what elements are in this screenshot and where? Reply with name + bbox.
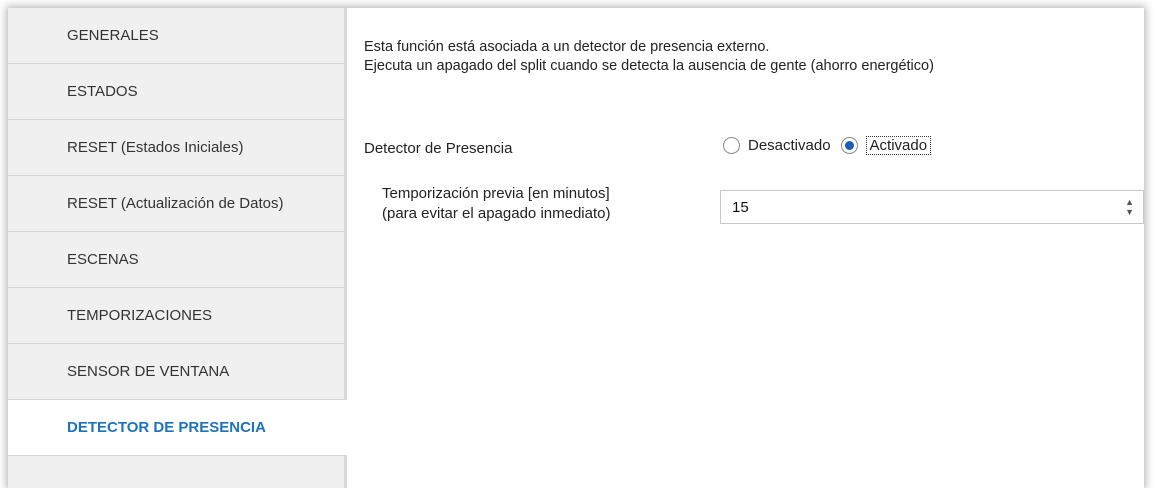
presence-detector-label: Detector de Presencia xyxy=(364,140,513,157)
sidebar-item-label: RESET (Actualización de Datos) xyxy=(67,195,284,212)
sidebar-item-label: TEMPORIZACIONES xyxy=(67,307,213,324)
sidebar-item-detector-presencia[interactable]: DETECTOR DE PRESENCIA xyxy=(8,400,347,456)
spin-down-icon[interactable]: ▼ xyxy=(1125,208,1134,217)
sidebar-item-label: DETECTOR DE PRESENCIA xyxy=(67,419,266,436)
sidebar-item-reset-estados-iniciales[interactable]: RESET (Estados Iniciales) xyxy=(8,120,344,176)
sidebar-item-generales[interactable]: GENERALES xyxy=(8,8,344,64)
sidebar-item-partial xyxy=(8,456,344,468)
settings-window: GENERALES ESTADOS RESET (Estados Inicial… xyxy=(8,8,1144,488)
sidebar-item-label: ESTADOS xyxy=(67,83,138,100)
sidebar-item-label: RESET (Estados Iniciales) xyxy=(67,139,244,156)
delay-label-line-1: Temporización previa [en minutos] xyxy=(382,185,610,202)
sidebar-item-temporizaciones[interactable]: TEMPORIZACIONES xyxy=(8,288,344,344)
delay-minutes-value[interactable]: 15 xyxy=(732,199,749,216)
radio-desactivado-label[interactable]: Desactivado xyxy=(748,137,831,154)
presence-radio-group: Desactivado Activado xyxy=(723,136,941,155)
radio-activado-label[interactable]: Activado xyxy=(865,136,932,155)
sidebar-item-label: SENSOR DE VENTANA xyxy=(67,363,230,380)
delay-minutes-spinbox[interactable]: 15 ▲ ▼ xyxy=(720,190,1144,224)
radio-desactivado[interactable]: Desactivado xyxy=(723,137,831,154)
intro-line-1: Esta función está asociada a un detector… xyxy=(364,39,770,55)
sidebar: GENERALES ESTADOS RESET (Estados Inicial… xyxy=(8,8,347,488)
radio-checked-icon[interactable] xyxy=(840,137,858,154)
sidebar-item-sensor-ventana[interactable]: SENSOR DE VENTANA xyxy=(8,344,344,400)
delay-label: Temporización previa [en minutos] (para … xyxy=(382,184,610,224)
radio-unchecked-icon[interactable] xyxy=(723,137,740,154)
spin-up-icon[interactable]: ▲ xyxy=(1125,198,1134,207)
intro-line-2: Ejecuta un apagado del split cuando se d… xyxy=(364,58,934,74)
intro-text: Esta función está asociada a un detector… xyxy=(364,38,934,76)
sidebar-item-estados[interactable]: ESTADOS xyxy=(8,64,344,120)
sidebar-item-label: ESCENAS xyxy=(67,251,139,268)
main-panel: Esta función está asociada a un detector… xyxy=(362,8,1144,488)
delay-label-line-2: (para evitar el apagado inmediato) xyxy=(382,205,611,222)
sidebar-item-escenas[interactable]: ESCENAS xyxy=(8,232,344,288)
sidebar-item-label: GENERALES xyxy=(67,27,159,44)
radio-activado[interactable]: Activado xyxy=(840,136,932,155)
sidebar-item-reset-actualizacion-datos[interactable]: RESET (Actualización de Datos) xyxy=(8,176,344,232)
